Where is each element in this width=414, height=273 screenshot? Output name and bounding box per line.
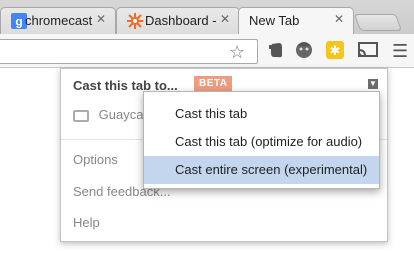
options-link[interactable]: Options <box>73 152 118 167</box>
close-icon[interactable]: ✕ <box>334 12 344 26</box>
new-tab-button[interactable] <box>353 14 403 31</box>
tab-title: Dashboard - <box>145 13 217 28</box>
evernote-icon[interactable] <box>266 40 286 60</box>
help-link[interactable]: Help <box>73 215 100 230</box>
menu-item-cast-screen[interactable]: Cast entire screen (experimental) <box>144 156 379 184</box>
star-icon[interactable]: ☆ <box>229 42 245 63</box>
svg-text:✱: ✱ <box>330 44 341 59</box>
cast-mode-menu: Cast this tab Cast this tab (optimize fo… <box>143 91 380 189</box>
tab-new-tab[interactable]: New Tab ✕ <box>238 7 354 34</box>
chevron-down-icon[interactable]: ▼ <box>368 79 378 89</box>
tv-icon <box>73 109 89 122</box>
close-icon[interactable]: ✕ <box>96 12 106 26</box>
toolbar: ☆ <box>0 34 414 68</box>
cast-icon[interactable] <box>357 40 378 60</box>
menu-item-cast-tab[interactable]: Cast this tab <box>144 100 379 128</box>
tab-chromecast[interactable]: g chromecast ✕ <box>0 7 116 34</box>
hamburger-menu-icon[interactable]: ☰ <box>392 41 408 62</box>
menu-item-cast-tab-audio[interactable]: Cast this tab (optimize for audio) <box>144 128 379 156</box>
close-icon[interactable]: ✕ <box>220 12 230 26</box>
avatar-icon[interactable] <box>294 40 314 60</box>
tab-strip: g chromecast ✕ Dashboard - ✕ New Tab ✕ <box>0 0 414 34</box>
beta-badge: BETA <box>194 76 233 91</box>
tab-dashboard[interactable]: Dashboard - ✕ <box>116 7 240 34</box>
svg-text:g: g <box>15 15 22 29</box>
tab-title: chromecast <box>25 13 93 28</box>
address-bar[interactable]: ☆ <box>0 39 258 64</box>
extension-star-icon[interactable]: ✱ <box>325 40 345 60</box>
dashboard-sun-icon <box>127 13 143 29</box>
device-row[interactable]: Guaycas <box>73 107 150 122</box>
tab-title: New Tab <box>249 13 300 28</box>
